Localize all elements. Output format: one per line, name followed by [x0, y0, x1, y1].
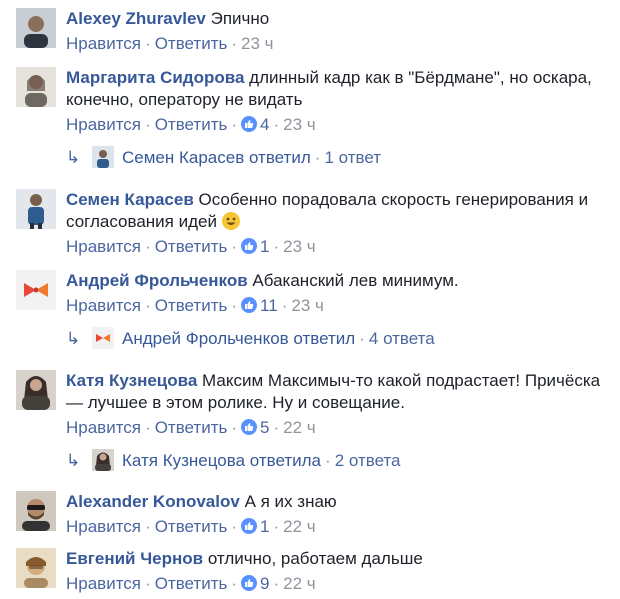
like-count[interactable]: 1 — [260, 517, 269, 536]
like-link[interactable]: Нравится — [66, 115, 141, 134]
avatar — [92, 146, 114, 168]
comment-actions: Нравится · Ответить · 11 · 23 ч — [66, 296, 324, 315]
reply-link[interactable]: Ответить — [155, 517, 228, 536]
comment-actions: Нравится · Ответить · 5 · 22 ч — [66, 418, 316, 437]
reply-link[interactable]: Ответить — [155, 418, 228, 437]
replies-count[interactable]: 2 ответа — [335, 451, 401, 470]
replies-summary[interactable]: ↳ Семен Карасев ответил · 1 ответ — [66, 146, 381, 169]
like-icon[interactable] — [241, 575, 258, 591]
like-count[interactable]: 1 — [260, 237, 269, 256]
like-count[interactable]: 9 — [260, 574, 269, 593]
comment-actions: Нравится · Ответить · 23 ч — [66, 34, 274, 53]
comment-text: Эпично — [210, 9, 270, 28]
like-icon[interactable] — [241, 518, 258, 534]
timestamp[interactable]: 22 ч — [283, 574, 316, 593]
like-link[interactable]: Нравится — [66, 574, 141, 593]
reply-link[interactable]: Ответить — [155, 115, 228, 134]
comment-author[interactable]: Alexey Zhuravlev — [66, 9, 206, 28]
reply-link[interactable]: Ответить — [155, 34, 228, 53]
replies-summary-text[interactable]: Андрей Фрольченков ответил — [122, 329, 355, 348]
smile-emoji-icon — [221, 212, 240, 230]
avatar[interactable] — [16, 67, 56, 107]
like-icon[interactable] — [241, 419, 258, 435]
avatar[interactable] — [16, 8, 56, 48]
like-count[interactable]: 5 — [260, 418, 269, 437]
avatar[interactable] — [16, 491, 56, 531]
comment-author[interactable]: Маргарита Сидорова — [66, 68, 244, 87]
like-link[interactable]: Нравится — [66, 237, 141, 256]
avatar[interactable] — [16, 548, 56, 588]
like-icon[interactable] — [241, 297, 258, 313]
replies-summary[interactable]: ↳ Катя Кузнецова ответила · 2 ответа — [66, 449, 401, 472]
reply-link[interactable]: Ответить — [155, 574, 228, 593]
timestamp[interactable]: 23 ч — [241, 34, 274, 53]
reply-arrow-icon: ↳ — [66, 329, 81, 348]
like-link[interactable]: Нравится — [66, 296, 141, 315]
comment-author[interactable]: Андрей Фрольченков — [66, 271, 248, 290]
replies-count[interactable]: 4 ответа — [369, 329, 435, 348]
comment-author[interactable]: Семен Карасев — [66, 190, 194, 209]
like-count[interactable]: 4 — [260, 115, 269, 134]
timestamp[interactable]: 23 ч — [283, 115, 316, 134]
comment-text: Абаканский лев минимум. — [252, 271, 459, 290]
avatar[interactable] — [16, 370, 56, 410]
comment-author[interactable]: Евгений Чернов — [66, 549, 203, 568]
replies-count[interactable]: 1 ответ — [324, 148, 381, 167]
comment-actions: Нравится · Ответить · 9 · 22 ч — [66, 574, 316, 593]
comment-author[interactable]: Катя Кузнецова — [66, 371, 197, 390]
replies-summary[interactable]: ↳ Андрей Фрольченков ответил · 4 ответа — [66, 327, 435, 350]
timestamp[interactable]: 22 ч — [283, 418, 316, 437]
comment-actions: Нравится · Ответить · 4 · 23 ч — [66, 115, 316, 134]
reply-arrow-icon: ↳ — [66, 451, 81, 470]
replies-summary-text[interactable]: Катя Кузнецова ответила — [122, 451, 321, 470]
like-icon[interactable] — [241, 116, 258, 132]
reply-arrow-icon: ↳ — [66, 148, 81, 167]
like-link[interactable]: Нравится — [66, 418, 141, 437]
timestamp[interactable]: 23 ч — [291, 296, 324, 315]
avatar[interactable] — [16, 189, 56, 229]
timestamp[interactable]: 22 ч — [283, 517, 316, 536]
avatar — [92, 327, 114, 349]
comment-text: отлично, работаем дальше — [207, 549, 423, 568]
reply-link[interactable]: Ответить — [155, 237, 228, 256]
like-icon[interactable] — [241, 238, 258, 254]
avatar — [92, 449, 114, 471]
like-link[interactable]: Нравится — [66, 517, 141, 536]
avatar[interactable] — [16, 270, 56, 310]
timestamp[interactable]: 23 ч — [283, 237, 316, 256]
comment-author[interactable]: Alexander Konovalov — [66, 492, 240, 511]
replies-summary-text[interactable]: Семен Карасев ответил — [122, 148, 311, 167]
comment-text: А я их знаю — [244, 492, 337, 511]
like-link[interactable]: Нравится — [66, 34, 141, 53]
comment-actions: Нравится · Ответить · 1 · 23 ч — [66, 237, 316, 256]
reply-link[interactable]: Ответить — [155, 296, 228, 315]
like-count[interactable]: 11 — [260, 296, 278, 315]
comment-actions: Нравится · Ответить · 1 · 22 ч — [66, 517, 316, 536]
